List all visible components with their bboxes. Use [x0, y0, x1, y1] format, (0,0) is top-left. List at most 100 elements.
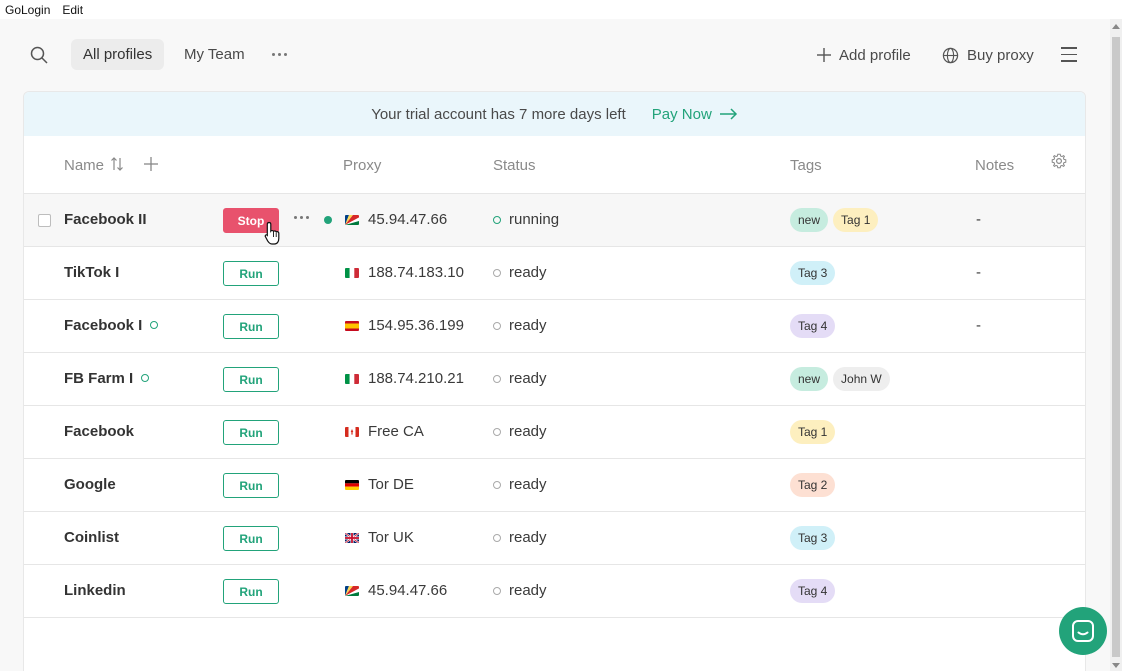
profile-name[interactable]: TikTok I — [64, 264, 119, 281]
status-text: ready — [509, 529, 547, 546]
status-text: running — [509, 211, 560, 228]
search-icon[interactable] — [29, 45, 49, 65]
table-row[interactable]: Facebook I Run 154.95.36.199 ready Tag 4… — [24, 300, 1085, 353]
proxy-value: 188.74.210.21 — [368, 370, 464, 387]
globe-icon — [942, 47, 959, 63]
flag-seychelles-icon — [345, 215, 359, 225]
status-ready-icon — [493, 586, 501, 595]
profile-name[interactable]: Facebook I — [64, 317, 159, 334]
run-button[interactable]: Run — [223, 473, 279, 498]
status-cell: ready — [493, 529, 547, 546]
status-text: ready — [509, 317, 547, 334]
status-ready-icon — [493, 374, 501, 383]
status-text: ready — [509, 476, 547, 493]
status-ready-icon — [493, 533, 501, 542]
add-column-icon[interactable] — [144, 157, 158, 171]
buy-proxy-label: Buy proxy — [967, 46, 1034, 64]
run-button[interactable]: Run — [223, 314, 279, 339]
status-text: ready — [509, 423, 547, 440]
profile-name-text: Facebook I — [64, 317, 143, 334]
add-profile-label: Add profile — [839, 46, 911, 64]
status-ready-icon — [493, 480, 501, 489]
tag-badge[interactable]: new — [790, 208, 829, 232]
scroll-down-icon[interactable] — [1112, 663, 1120, 668]
buy-proxy-button[interactable]: Buy proxy — [942, 43, 1034, 67]
scroll-up-icon[interactable] — [1112, 24, 1120, 29]
menu-edit[interactable]: Edit — [62, 3, 83, 17]
table-row[interactable]: Facebook II Stop 45.94.47.66 running new… — [24, 194, 1085, 247]
run-button[interactable]: Run — [223, 579, 279, 604]
pay-now-label: Pay Now — [651, 105, 712, 123]
table-header: Name Proxy Status Tags Notes — [24, 136, 1085, 194]
profile-name[interactable]: Facebook — [64, 423, 134, 440]
table-row[interactable]: Linkedin Run 45.94.47.66 ready Tag 4 — [24, 565, 1085, 618]
tag-badge[interactable]: new — [790, 367, 829, 391]
sort-icon[interactable] — [111, 157, 123, 171]
status-text: ready — [509, 582, 547, 599]
tag-badge[interactable]: Tag 3 — [790, 261, 836, 285]
profile-name[interactable]: FB Farm I — [64, 370, 150, 387]
status-cell: ready — [493, 476, 547, 493]
gear-icon[interactable] — [1051, 153, 1067, 169]
header-status[interactable]: Status — [493, 157, 536, 174]
table-row[interactable]: Coinlist Run Tor UK ready Tag 3 — [24, 512, 1085, 565]
arrow-right-icon — [719, 108, 737, 120]
notes-cell[interactable]: - — [976, 264, 981, 281]
tag-badge[interactable]: Tag 4 — [790, 314, 836, 338]
run-button[interactable]: Run — [223, 526, 279, 551]
flag-canada-icon — [345, 427, 359, 437]
header-proxy[interactable]: Proxy — [343, 157, 381, 174]
header-name[interactable]: Name — [64, 157, 104, 174]
tag-badge[interactable]: Tag 1 — [833, 208, 879, 232]
status-ready-icon — [493, 321, 501, 330]
notes-cell[interactable]: - — [976, 317, 981, 334]
tab-my-team[interactable]: My Team — [172, 39, 257, 70]
table-row[interactable]: Facebook Run Free CA ready Tag 1 — [24, 406, 1085, 459]
top-toolbar: All profiles My Team Add profile Buy pro… — [0, 19, 1110, 91]
profile-name[interactable]: Coinlist — [64, 529, 119, 546]
proxy-value: 45.94.47.66 — [368, 211, 448, 228]
profile-name[interactable]: Google — [64, 476, 116, 493]
pay-now-link[interactable]: Pay Now — [652, 106, 738, 123]
run-button[interactable]: Run — [223, 367, 279, 392]
proxy-value: 45.94.47.66 — [368, 582, 448, 599]
hamburger-menu-icon[interactable] — [1061, 47, 1079, 63]
tag-badge[interactable]: Tag 3 — [790, 526, 836, 550]
status-cell: ready — [493, 370, 547, 387]
tags-cell: Tag 3 — [790, 526, 836, 550]
vertical-scrollbar[interactable] — [1110, 19, 1122, 671]
tab-all-profiles[interactable]: All profiles — [71, 39, 165, 70]
header-tags[interactable]: Tags — [790, 157, 822, 174]
table-row[interactable]: FB Farm I Run 188.74.210.21 ready new Jo… — [24, 353, 1085, 406]
flag-uk-icon — [345, 533, 359, 543]
status-cell: ready — [493, 582, 547, 599]
support-chat-button[interactable] — [1059, 607, 1107, 655]
tags-cell: new John W — [790, 367, 890, 391]
run-button[interactable]: Run — [223, 420, 279, 445]
tag-badge[interactable]: John W — [833, 367, 890, 391]
tag-badge[interactable]: Tag 2 — [790, 473, 836, 497]
scrollbar-thumb[interactable] — [1112, 37, 1120, 657]
profile-name[interactable]: Linkedin — [64, 582, 126, 599]
table-row[interactable]: TikTok I Run 188.74.183.10 ready Tag 3 - — [24, 247, 1085, 300]
table-row[interactable]: Google Run Tor DE ready Tag 2 — [24, 459, 1085, 512]
row-more-icon[interactable] — [294, 216, 309, 219]
trial-banner: Your trial account has 7 more days left … — [24, 92, 1085, 136]
tags-cell: Tag 2 — [790, 473, 836, 497]
run-button[interactable]: Run — [223, 261, 279, 286]
header-notes[interactable]: Notes — [975, 157, 1014, 174]
flag-spain-icon — [345, 321, 359, 331]
tag-badge[interactable]: Tag 4 — [790, 579, 836, 603]
proxy-value: Free CA — [368, 423, 424, 440]
menu-gologin[interactable]: GoLogin — [5, 3, 50, 17]
profile-name[interactable]: Facebook II — [64, 211, 147, 228]
row-checkbox[interactable] — [38, 214, 51, 227]
more-options-icon[interactable] — [266, 44, 292, 64]
plus-icon — [817, 48, 831, 62]
hand-cursor-icon — [264, 221, 280, 245]
proxy-value: Tor DE — [368, 476, 414, 493]
add-profile-button[interactable]: Add profile — [817, 43, 911, 67]
tag-badge[interactable]: Tag 1 — [790, 420, 836, 444]
tags-cell: new Tag 1 — [790, 208, 879, 232]
notes-cell[interactable]: - — [976, 211, 981, 228]
